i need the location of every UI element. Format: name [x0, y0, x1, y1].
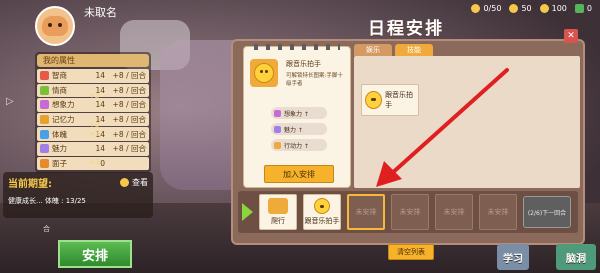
charm-icon — [274, 125, 281, 133]
category-tabs: 娱乐 技能 — [354, 44, 433, 56]
smiley-icon — [314, 198, 330, 214]
money-icon — [574, 3, 584, 13]
schedule-slots: 爬行 跟音乐拍手 未安排 未安排 未安排 未安排 (2/6)下一回合 — [238, 191, 578, 233]
current-wish-panel: 当前期望: 查看 健康成长... 体魄 : 13/25 — [3, 172, 153, 218]
schedule-slot-3[interactable]: 未安排 — [347, 194, 385, 230]
action-icon — [274, 141, 281, 149]
crawl-icon — [268, 198, 288, 214]
play-hint-icon[interactable]: ▷ — [6, 96, 18, 108]
wish-title: 当前期望: — [8, 179, 52, 190]
wish-view-button[interactable]: 查看 — [120, 177, 148, 188]
attributes-panel: 我的属性 智商 14 +8 / 回合 情商 14 +8 / 回合 想象力 14 +8 / 回合记… — [35, 52, 151, 174]
attribute-value: 14 — [95, 71, 105, 81]
attribute-icon — [40, 115, 49, 125]
activity-description: 可解锁特长图案:手脚十级手者 — [286, 73, 343, 87]
character-name[interactable]: 未取名 — [84, 4, 117, 20]
schedule-dialog: 跟音乐拍手 可解锁特长图案:手脚十级手者 想象力 ↑ 魅力 ↑ 行动力 ↑ 加入… — [231, 39, 585, 260]
attribute-name: 记忆力 — [52, 115, 75, 125]
stat-energy: 0/50 — [471, 3, 501, 13]
side-number: +3 — [89, 158, 100, 166]
tab-entertainment[interactable]: 娱乐 — [354, 44, 392, 56]
attribute-name: 情商 — [52, 85, 67, 95]
activity-item-clap[interactable]: 跟音乐拍手 — [361, 84, 419, 116]
tab-skills[interactable]: 技能 — [395, 44, 433, 56]
attribute-icon — [40, 158, 49, 168]
schedule-slot-4[interactable]: 未安排 — [391, 194, 429, 230]
attribute-value: 14 — [95, 100, 105, 110]
attribute-row: 想象力 14 +8 / 回合 — [37, 98, 149, 112]
clear-list-button[interactable]: 清空列表 — [388, 244, 434, 260]
schedule-slot-6[interactable]: 未安排 — [479, 194, 517, 230]
magnifier-icon — [120, 178, 129, 187]
brain-button[interactable]: 脑洞 — [556, 244, 596, 270]
attribute-name: 体魄 — [52, 129, 67, 139]
wish-text: 健康成长... 体魄 : 13/25 — [8, 197, 86, 205]
attribute-value: 14 — [95, 144, 105, 154]
effect-charm: 魅力 ↑ — [271, 123, 327, 135]
stat-bulb: 50 — [509, 3, 532, 13]
attribute-icon — [40, 100, 49, 110]
stat-coin: 100 — [539, 3, 567, 13]
effect-action: 行动力 ↑ — [271, 139, 327, 151]
side-number: +2 — [89, 92, 100, 100]
attribute-icon — [40, 144, 49, 154]
activity-card: 跟音乐拍手 可解锁特长图案:手脚十级手者 想象力 ↑ 魅力 ↑ 行动力 ↑ 加入… — [243, 44, 351, 188]
attribute-bonus: +8 / 回合 — [112, 144, 146, 154]
attributes-title: 我的属性 — [37, 54, 149, 67]
attribute-name: 智商 — [52, 71, 67, 81]
attribute-row: 智商 14 +8 / 回合 — [37, 69, 149, 83]
hint-text: 合 — [43, 225, 50, 233]
attribute-bonus: +8 / 回合 — [112, 85, 146, 95]
imagination-icon — [274, 109, 281, 117]
next-round-button[interactable]: (2/6)下一回合 — [523, 196, 571, 228]
stat-money: 0 — [574, 3, 592, 13]
attribute-row: 魅力 14 +8 / 回合 — [37, 141, 149, 156]
activity-list: 跟音乐拍手 — [354, 56, 580, 188]
attribute-bonus: +8 / 回合 — [112, 71, 146, 81]
energy-icon — [471, 3, 481, 13]
smiley-icon — [254, 63, 274, 83]
bulb-icon — [509, 3, 519, 13]
schedule-title: 日程安排 — [368, 19, 444, 39]
attribute-bonus: +8 / 回合 — [112, 129, 146, 139]
side-number: +3 — [89, 121, 100, 129]
attribute-bonus: +8 / 回合 — [112, 100, 146, 110]
arrange-button[interactable]: 安排 — [58, 240, 132, 268]
attribute-icon — [40, 129, 49, 139]
schedule-slot-1[interactable]: 爬行 — [259, 194, 297, 230]
play-arrow-icon[interactable] — [242, 203, 253, 221]
schedule-slot-2[interactable]: 跟音乐拍手 — [303, 194, 341, 230]
close-button[interactable]: ✕ — [564, 29, 578, 43]
side-number: +3 — [89, 130, 100, 138]
add-to-schedule-button[interactable]: 加入安排 — [264, 165, 334, 183]
attribute-name: 面子 — [52, 158, 67, 168]
effect-imagination: 想象力 ↑ — [271, 107, 327, 119]
attribute-icon — [40, 71, 49, 81]
study-button[interactable]: 学习 — [497, 244, 529, 270]
attribute-name: 想象力 — [52, 100, 75, 110]
attribute-bonus: +8 / 回合 — [112, 115, 146, 125]
character-face-icon — [42, 16, 68, 36]
notebook-rings — [254, 44, 340, 50]
smiley-icon — [365, 91, 383, 109]
activity-thumbnail — [250, 59, 278, 87]
avatar[interactable] — [35, 6, 75, 46]
activity-name: 跟音乐拍手 — [286, 60, 321, 68]
attribute-name: 魅力 — [52, 144, 67, 154]
attribute-icon — [40, 85, 49, 95]
schedule-slot-5[interactable]: 未安排 — [435, 194, 473, 230]
coin-icon — [539, 3, 549, 13]
